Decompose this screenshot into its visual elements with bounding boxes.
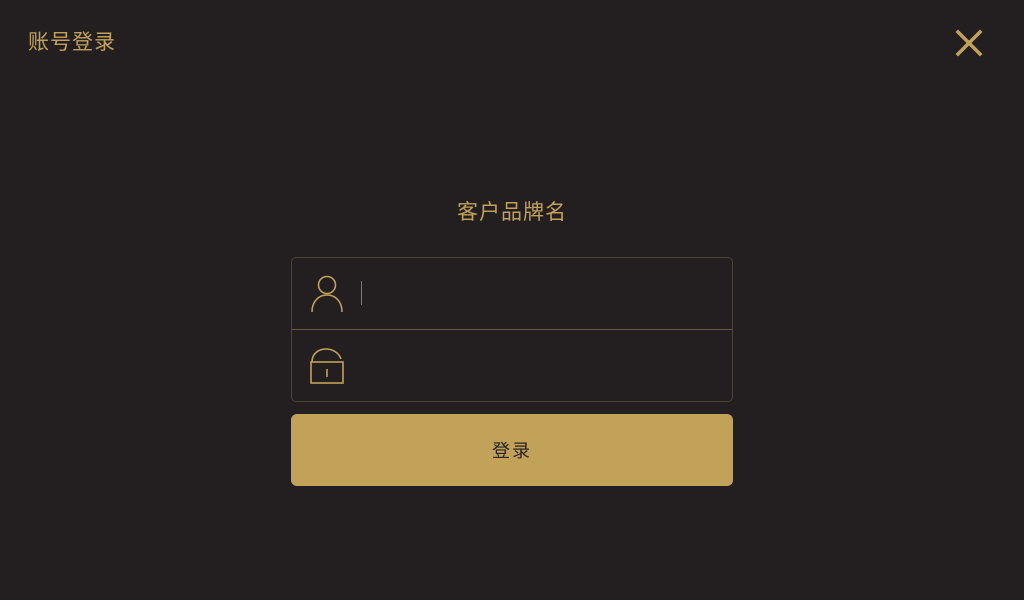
username-input[interactable] — [359, 272, 718, 315]
text-cursor — [361, 281, 362, 305]
close-button[interactable] — [953, 27, 985, 59]
page-title: 账号登录 — [28, 30, 116, 54]
brand-name: 客户品牌名 — [457, 200, 567, 224]
unlock-icon — [309, 346, 345, 386]
username-field[interactable] — [292, 258, 732, 329]
login-form — [291, 257, 733, 402]
password-field[interactable] — [292, 329, 732, 401]
login-button[interactable]: 登录 — [291, 414, 733, 486]
user-icon — [309, 274, 345, 314]
password-input[interactable] — [359, 344, 718, 387]
close-icon — [953, 27, 985, 59]
